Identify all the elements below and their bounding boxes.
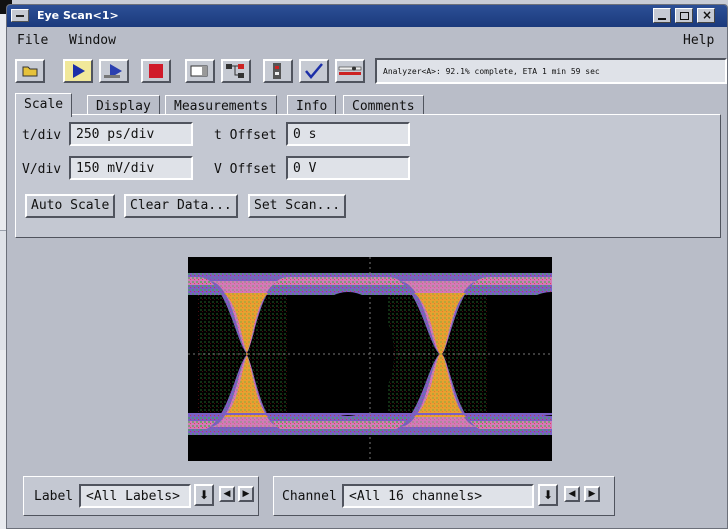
display-icon bbox=[190, 65, 208, 77]
close-button[interactable]: × bbox=[697, 8, 715, 23]
open-button[interactable] bbox=[15, 59, 45, 83]
settings-icon bbox=[338, 66, 362, 75]
window-title: Eye Scan<1> bbox=[37, 9, 119, 22]
eye-top-margin bbox=[188, 257, 552, 273]
menu-file[interactable]: File bbox=[17, 33, 48, 48]
channel-selector-label: Channel bbox=[282, 489, 337, 504]
stop-icon bbox=[149, 64, 163, 78]
tab-info[interactable]: Info bbox=[287, 95, 337, 115]
tab-comments[interactable]: Comments bbox=[343, 95, 424, 115]
channel-selector-combo[interactable]: <All 16 channels> bbox=[342, 484, 534, 508]
channel-next-button[interactable]: ▶ bbox=[584, 486, 600, 502]
label-dropdown-button[interactable]: ⬇ bbox=[194, 484, 214, 506]
eye-diagram-plot bbox=[188, 257, 552, 461]
label-next-button[interactable]: ▶ bbox=[238, 486, 254, 502]
tab-display[interactable]: Display bbox=[87, 95, 160, 115]
download-arrow-icon: ⬇ bbox=[542, 488, 554, 502]
run-icon bbox=[73, 64, 85, 78]
scale-panel: t/div 250 ps/div t Offset 0 s V/div 150 … bbox=[15, 114, 721, 238]
triangle-right-icon: ▶ bbox=[242, 489, 250, 499]
settings-button[interactable] bbox=[335, 59, 365, 83]
channel-prev-button[interactable]: ◀ bbox=[564, 486, 580, 502]
voffset-label: V Offset bbox=[214, 162, 277, 177]
display-button[interactable] bbox=[185, 59, 215, 83]
vdiv-field[interactable]: 150 mV/div bbox=[69, 156, 193, 180]
menu-help[interactable]: Help bbox=[683, 33, 714, 48]
check-icon bbox=[305, 63, 323, 79]
folder-icon bbox=[22, 66, 38, 77]
run-button[interactable] bbox=[63, 59, 93, 83]
run-repetitive-icon bbox=[104, 64, 122, 78]
title-bar[interactable]: Eye Scan<1> × bbox=[7, 5, 727, 27]
label-prev-button[interactable]: ◀ bbox=[219, 486, 235, 502]
download-arrow-icon: ⬇ bbox=[198, 488, 210, 502]
label-selector-combo[interactable]: <All Labels> bbox=[79, 484, 191, 508]
toffset-label: t Offset bbox=[214, 128, 277, 143]
vdiv-label: V/div bbox=[22, 162, 62, 177]
toffset-field[interactable]: 0 s bbox=[286, 122, 410, 146]
tab-bar: Scale Display Measurements Info Comments bbox=[15, 93, 715, 117]
tab-measurements[interactable]: Measurements bbox=[165, 95, 277, 115]
triangle-left-icon: ◀ bbox=[568, 489, 576, 499]
tdiv-label: t/div bbox=[22, 128, 62, 143]
hierarchy-icon bbox=[226, 64, 244, 78]
tdiv-field[interactable]: 250 ps/div bbox=[69, 122, 193, 146]
triangle-right-icon: ▶ bbox=[588, 489, 596, 499]
module-icon bbox=[273, 63, 281, 79]
window-menu-button[interactable] bbox=[11, 9, 29, 22]
run-repetitive-button[interactable] bbox=[99, 59, 129, 83]
channel-dropdown-button[interactable]: ⬇ bbox=[538, 484, 558, 506]
triangle-left-icon: ◀ bbox=[223, 489, 231, 499]
eye-diagram-display[interactable] bbox=[188, 257, 552, 461]
close-icon: × bbox=[702, 8, 713, 22]
maximize-button[interactable] bbox=[675, 8, 693, 23]
hierarchy-button[interactable] bbox=[221, 59, 251, 83]
toolbar: Analyzer<A>: 92.1% complete, ETA 1 min 5… bbox=[7, 53, 727, 93]
auto-scale-button[interactable]: Auto Scale bbox=[25, 194, 116, 218]
voffset-field[interactable]: 0 V bbox=[286, 156, 410, 180]
label-selector-label: Label bbox=[34, 489, 74, 504]
minimize-button[interactable] bbox=[653, 8, 671, 23]
eye-scan-window: Eye Scan<1> × File Window Help Analyzer<… bbox=[6, 4, 728, 529]
clear-data-button[interactable]: Clear Data... bbox=[124, 194, 238, 218]
stop-button[interactable] bbox=[141, 59, 171, 83]
set-scan-button[interactable]: Set Scan... bbox=[248, 194, 347, 218]
menu-bar: File Window Help bbox=[7, 27, 727, 53]
menu-window[interactable]: Window bbox=[69, 33, 116, 48]
tab-scale[interactable]: Scale bbox=[15, 93, 73, 117]
status-readout: Analyzer<A>: 92.1% complete, ETA 1 min 5… bbox=[375, 58, 727, 84]
check-button[interactable] bbox=[299, 59, 329, 83]
label-selector-group: Label <All Labels> ⬇ ◀ ▶ bbox=[23, 476, 259, 516]
module-button[interactable] bbox=[263, 59, 293, 83]
channel-selector-group: Channel <All 16 channels> ⬇ ◀ ▶ bbox=[273, 476, 615, 516]
